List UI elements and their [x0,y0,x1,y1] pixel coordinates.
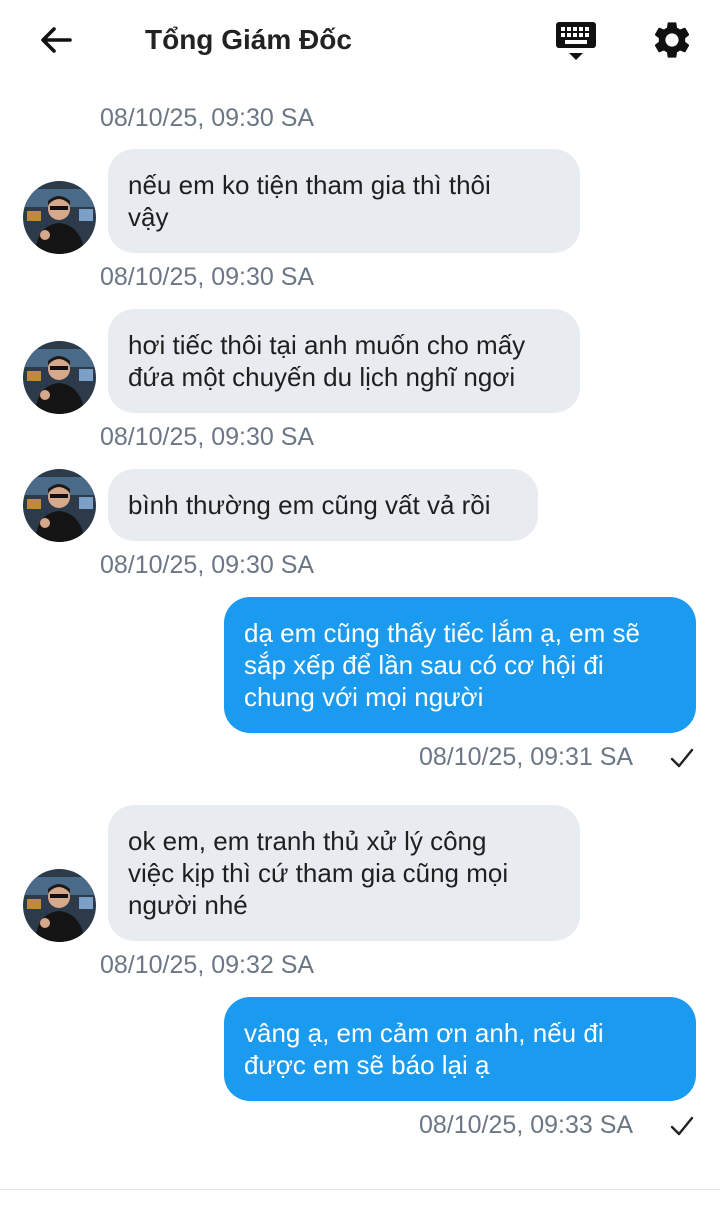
incoming-message-bubble[interactable]: nếu em ko tiện tham gia thì thôi vậy [108,149,580,253]
message-timestamp: 08/10/25, 09:30 SA [100,551,315,579]
chat-header: Tổng Giám Đốc [0,0,720,80]
composer-divider [0,1189,720,1190]
avatar[interactable] [23,341,96,414]
message-timestamp: 08/10/25, 09:31 SA [419,743,634,771]
incoming-message-bubble[interactable]: bình thường em cũng vất vả rồi [108,469,538,541]
avatar[interactable] [23,869,96,942]
avatar[interactable] [23,181,96,254]
message-timestamp: 08/10/25, 09:30 SA [100,104,315,132]
check-icon [670,748,694,768]
message-timestamp: 08/10/25, 09:32 SA [100,951,315,979]
avatar[interactable] [23,469,96,542]
message-timestamp: 08/10/25, 09:30 SA [100,423,315,451]
gear-icon[interactable] [650,18,694,62]
incoming-message-bubble[interactable]: ok em, em tranh thủ xử lý công việc kịp … [108,805,580,941]
message-timestamp: 08/10/25, 09:33 SA [419,1111,634,1139]
keyboard-icon[interactable] [553,18,599,64]
incoming-message-bubble[interactable]: hơi tiếc thôi tại anh muốn cho mấy đứa m… [108,309,580,413]
arrow-left-icon[interactable] [34,18,78,62]
check-icon [670,1116,694,1136]
outgoing-message-bubble[interactable]: vâng ạ, em cảm ơn anh, nếu đi được em sẽ… [224,997,696,1101]
outgoing-message-bubble[interactable]: dạ em cũng thấy tiếc lắm ạ, em sẽ sắp xế… [224,597,696,733]
chat-title: Tổng Giám Đốc [145,24,352,55]
message-timestamp: 08/10/25, 09:30 SA [100,263,315,291]
